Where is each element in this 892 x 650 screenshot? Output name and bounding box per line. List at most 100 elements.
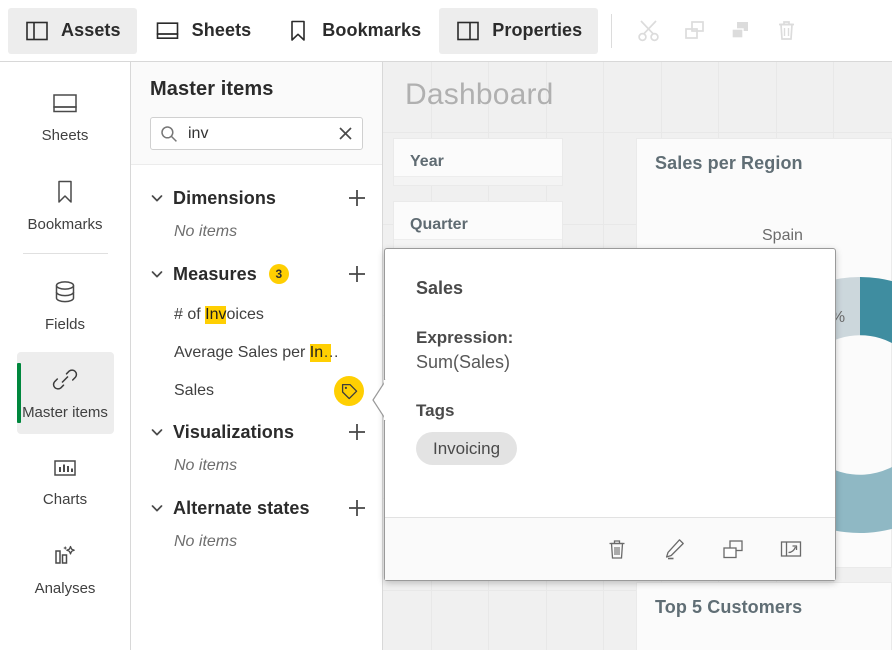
panel-body: Dimensions No items Measures 3 # of Invo… — [131, 165, 382, 650]
section-header-alternate-states[interactable]: Alternate states — [131, 486, 382, 530]
dashboard-title: Dashboard — [405, 78, 554, 112]
assets-panel-icon — [24, 18, 50, 44]
rail-label-sheets: Sheets — [42, 128, 89, 143]
section-title-alternate-states: Alternate states — [173, 498, 310, 519]
popover-tags-label: Tags — [416, 401, 804, 421]
page-title: Master items — [150, 78, 363, 101]
tag-icon[interactable] — [334, 376, 364, 406]
search-match-highlight: Inv — [205, 306, 226, 324]
top-toolbar: Assets Sheets Bookmarks — [0, 0, 892, 62]
toolbar-label-properties: Properties — [492, 20, 582, 41]
measure-name: Sales — [174, 382, 214, 400]
popover-expression-value: Sum(Sales) — [416, 352, 804, 373]
rail-item-charts[interactable]: Charts — [17, 440, 114, 522]
database-icon — [52, 279, 78, 310]
list-item[interactable]: # of Invoices — [131, 296, 382, 334]
clear-search-icon[interactable] — [336, 124, 355, 143]
rail-divider — [23, 253, 108, 254]
filter-strip — [394, 239, 562, 248]
delete-icon[interactable] — [602, 534, 632, 564]
popover-footer — [385, 517, 835, 580]
rail-label-charts: Charts — [43, 492, 87, 507]
measure-name: Average Sales per Inv… — [174, 344, 342, 362]
bookmark-icon — [285, 18, 311, 44]
add-measure-button[interactable] — [346, 263, 368, 285]
filter-strip — [394, 176, 562, 185]
search-input[interactable] — [151, 118, 362, 149]
donut-slice-label-spain: Spain — [762, 227, 803, 245]
properties-panel-icon — [455, 18, 481, 44]
toolbar-divider — [611, 14, 612, 48]
copy-icon[interactable] — [671, 8, 717, 54]
toolbar-button-bookmarks[interactable]: Bookmarks — [269, 8, 437, 54]
chevron-down-icon — [150, 501, 164, 515]
popover-measure-name: Sales — [416, 278, 804, 299]
search-match-highlight: Inv — [310, 344, 331, 362]
delete-icon[interactable] — [763, 8, 809, 54]
chart-card-top-5-customers[interactable]: Top 5 Customers — [636, 582, 892, 650]
rail-item-fields[interactable]: Fields — [17, 264, 114, 346]
app-root: Assets Sheets Bookmarks — [0, 0, 892, 650]
toolbar-label-assets: Assets — [61, 20, 121, 41]
rail-item-analyses[interactable]: Analyses — [17, 528, 114, 610]
status-badge: Invoicing — [416, 432, 517, 465]
add-visualization-button[interactable] — [346, 421, 368, 443]
filter-label-quarter: Quarter — [394, 216, 468, 234]
measure-name: # of Invoices — [174, 306, 264, 324]
rail-item-master-items[interactable]: Master items — [17, 352, 114, 434]
master-measure-popover: Sales Expression: Sum(Sales) Tags Invoic… — [384, 248, 836, 581]
toolbar-label-sheets: Sheets — [192, 20, 252, 41]
chevron-down-icon — [150, 267, 164, 281]
toolbar-button-sheets[interactable]: Sheets — [139, 8, 268, 54]
chart-title-sales-per-region: Sales per Region — [637, 139, 891, 174]
chart-title-top-5-customers: Top 5 Customers — [637, 583, 891, 618]
link-icon — [51, 367, 79, 398]
sheets-icon — [51, 92, 79, 121]
add-to-sheet-icon[interactable] — [776, 534, 806, 564]
popover-body: Sales Expression: Sum(Sales) Tags Invoic… — [385, 249, 835, 517]
section-title-visualizations: Visualizations — [173, 422, 294, 443]
list-item[interactable]: Average Sales per Inv… — [131, 334, 382, 372]
add-dimension-button[interactable] — [346, 187, 368, 209]
list-item-selected[interactable]: Sales — [131, 372, 382, 410]
rail-item-bookmarks[interactable]: Bookmarks — [17, 164, 114, 246]
filter-label-year: Year — [394, 153, 444, 171]
toolbar-label-bookmarks: Bookmarks — [322, 20, 421, 41]
rail-item-sheets[interactable]: Sheets — [17, 76, 114, 158]
section-header-measures[interactable]: Measures 3 — [131, 252, 382, 296]
filter-pane-quarter[interactable]: Quarter — [393, 201, 563, 249]
cut-icon[interactable] — [625, 8, 671, 54]
rail-label-fields: Fields — [45, 317, 85, 332]
popover-pointer — [372, 379, 386, 421]
chevron-down-icon — [150, 191, 164, 205]
popover-expression-label: Expression: — [416, 328, 804, 348]
chevron-down-icon — [150, 425, 164, 439]
filter-pane-year[interactable]: Year — [393, 138, 563, 186]
master-items-panel: Master items — [131, 62, 383, 650]
section-header-dimensions[interactable]: Dimensions — [131, 176, 382, 220]
sheets-icon — [155, 18, 181, 44]
panel-header: Master items — [131, 62, 382, 165]
left-rail: Sheets Bookmarks Fields — [0, 62, 131, 650]
search-box[interactable] — [150, 117, 363, 150]
toolbar-button-properties[interactable]: Properties — [439, 8, 598, 54]
bar-chart-icon — [51, 456, 79, 485]
bookmark-icon — [54, 179, 76, 210]
add-alternate-state-button[interactable] — [346, 497, 368, 519]
toolbar-button-assets[interactable]: Assets — [8, 8, 137, 54]
paste-icon[interactable] — [717, 8, 763, 54]
edit-pencil-icon[interactable] — [660, 534, 690, 564]
measures-count-badge: 3 — [269, 264, 289, 284]
rail-label-master-items: Master items — [22, 405, 108, 420]
empty-text-visualizations: No items — [131, 454, 382, 486]
grid-line — [383, 132, 892, 133]
search-icon — [160, 125, 178, 148]
section-header-visualizations[interactable]: Visualizations — [131, 410, 382, 454]
rail-label-bookmarks: Bookmarks — [27, 217, 102, 232]
section-title-measures: Measures — [173, 264, 257, 285]
section-title-dimensions: Dimensions — [173, 188, 276, 209]
empty-text-alternate-states: No items — [131, 530, 382, 562]
empty-text-dimensions: No items — [131, 220, 382, 252]
duplicate-icon[interactable] — [718, 534, 748, 564]
analyses-icon — [51, 543, 79, 574]
